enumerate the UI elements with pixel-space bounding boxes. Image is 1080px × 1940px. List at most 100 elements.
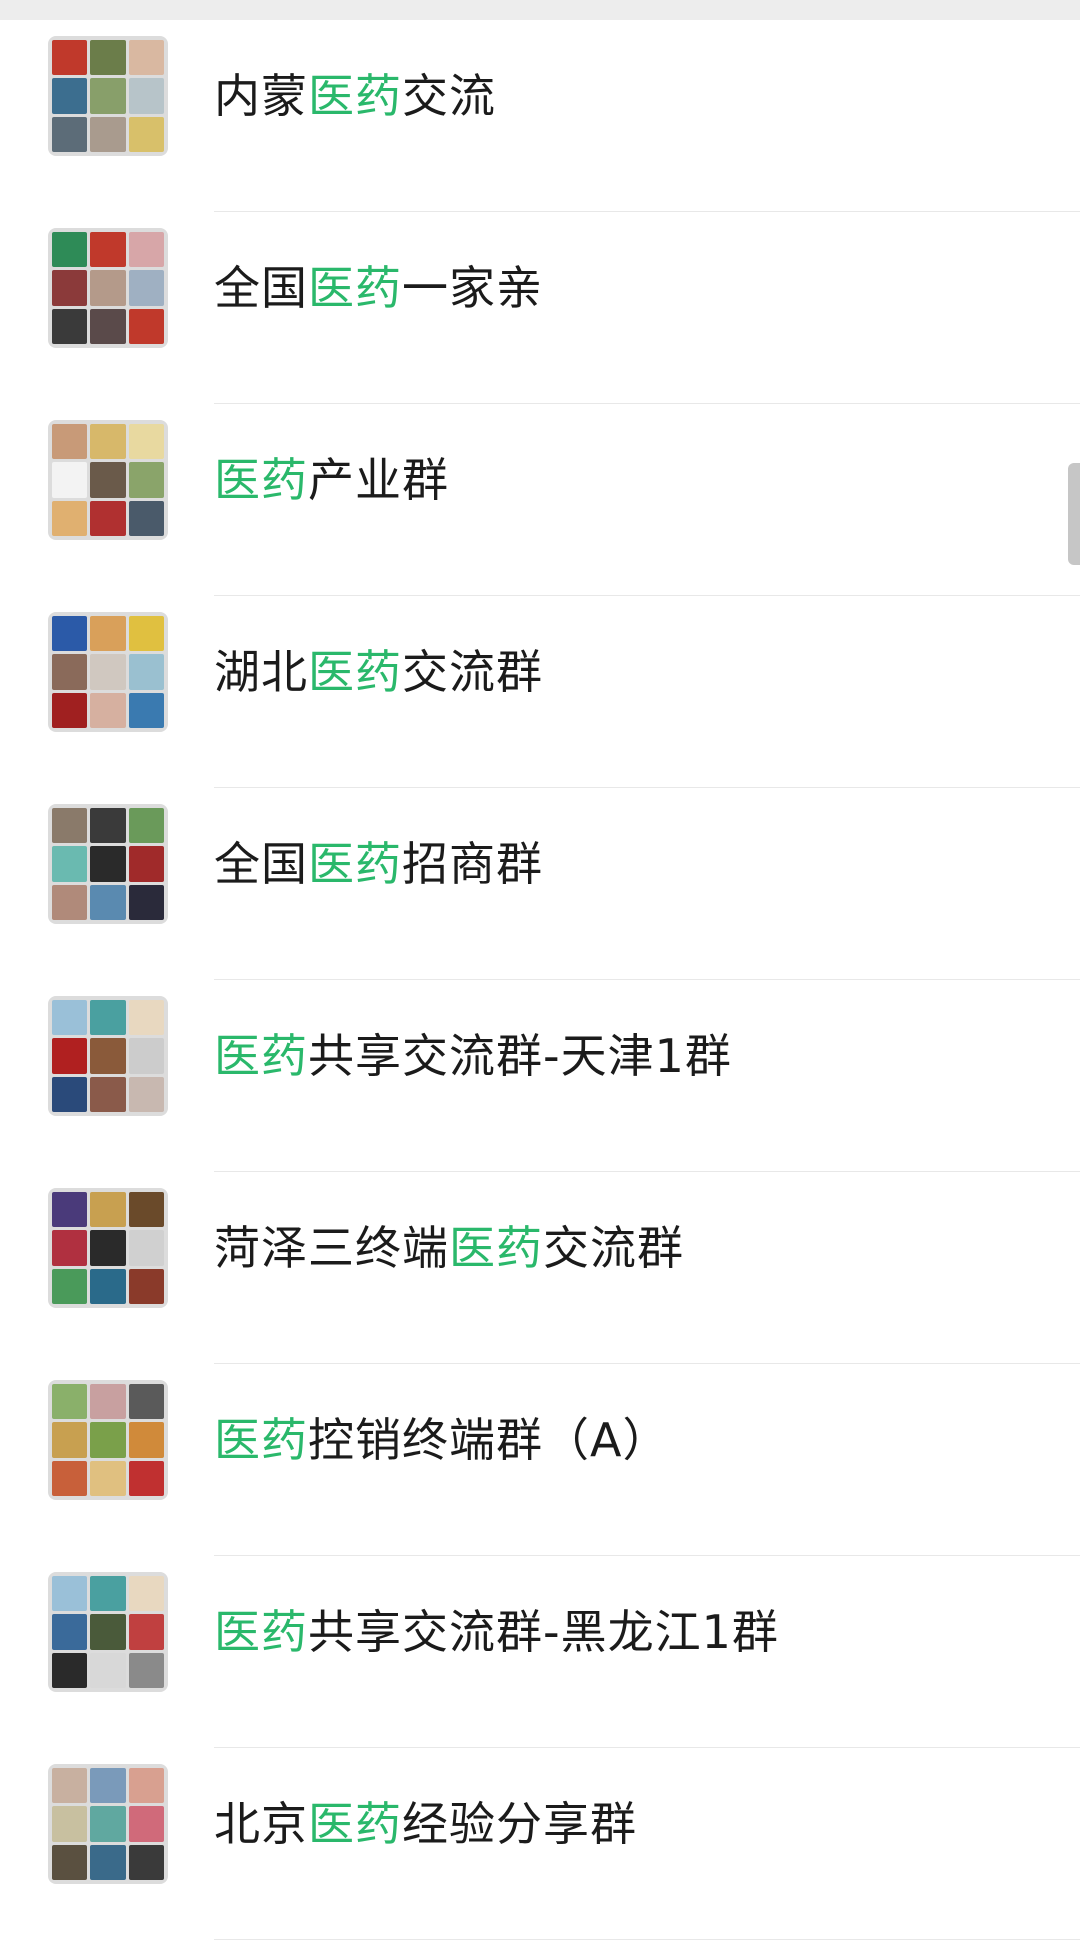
- member-avatar-tile: [128, 884, 164, 920]
- group-name-prefix: 内蒙: [214, 69, 308, 123]
- group-chat-row[interactable]: 医药控销终端群（A）: [0, 1364, 1080, 1556]
- member-avatar-tile: [90, 116, 126, 152]
- group-chat-row[interactable]: 全国医药招商群: [0, 788, 1080, 980]
- member-avatar-tile: [128, 1268, 164, 1304]
- member-avatar-tile: [52, 1614, 88, 1650]
- group-chat-row[interactable]: 湖北医药交流群: [0, 596, 1080, 788]
- member-avatar-tile: [52, 78, 88, 114]
- member-avatar-tile: [128, 654, 164, 690]
- search-match-highlight: 医药: [214, 1413, 308, 1467]
- group-name-suffix: 经验分享群: [402, 1797, 637, 1851]
- group-chat-row[interactable]: 医药共享交流群-黑龙江1群: [0, 1556, 1080, 1748]
- member-avatar-tile: [128, 1460, 164, 1496]
- group-name-suffix: 交流群: [402, 645, 543, 699]
- group-name: 医药共享交流群-黑龙江1群: [214, 1600, 779, 1664]
- member-avatar-tile: [90, 1460, 126, 1496]
- member-avatar-tile: [128, 40, 164, 76]
- group-name-suffix: 共享交流群-天津1群: [308, 1029, 732, 1083]
- search-match-highlight: 医药: [214, 1029, 308, 1083]
- member-avatar-tile: [52, 1768, 88, 1804]
- member-avatar-tile: [90, 1806, 126, 1842]
- member-avatar-tile: [90, 1614, 126, 1650]
- member-avatar-tile: [52, 1000, 88, 1036]
- group-name: 全国医药招商群: [214, 832, 543, 896]
- group-avatar: [48, 996, 168, 1116]
- member-avatar-tile: [90, 884, 126, 920]
- member-avatar-tile: [90, 1000, 126, 1036]
- member-avatar-tile: [128, 78, 164, 114]
- group-avatar: [48, 36, 168, 156]
- member-avatar-tile: [90, 1652, 126, 1688]
- group-avatar: [48, 1188, 168, 1308]
- member-avatar-tile: [90, 1192, 126, 1228]
- member-avatar-tile: [128, 1614, 164, 1650]
- member-avatar-tile: [128, 1076, 164, 1112]
- search-match-highlight: 医药: [449, 1221, 543, 1275]
- member-avatar-tile: [52, 1806, 88, 1842]
- member-avatar-tile: [90, 424, 126, 460]
- member-avatar-tile: [90, 500, 126, 536]
- member-avatar-tile: [90, 1576, 126, 1612]
- member-avatar-tile: [52, 1230, 88, 1266]
- member-avatar-tile: [128, 846, 164, 882]
- group-chat-row[interactable]: 菏泽三终端医药交流群: [0, 1172, 1080, 1364]
- group-name-prefix: 北京: [214, 1797, 308, 1851]
- group-name: 内蒙医药交流: [214, 64, 496, 128]
- member-avatar-tile: [90, 1268, 126, 1304]
- member-avatar-tile: [52, 116, 88, 152]
- group-name: 北京医药经验分享群: [214, 1792, 637, 1856]
- group-name-prefix: 菏泽三终端: [214, 1221, 449, 1275]
- member-avatar-tile: [52, 692, 88, 728]
- member-avatar-tile: [90, 654, 126, 690]
- member-avatar-tile: [128, 1038, 164, 1074]
- group-chat-row[interactable]: 全国医药一家亲: [0, 212, 1080, 404]
- search-match-highlight: 医药: [214, 1605, 308, 1659]
- member-avatar-tile: [90, 270, 126, 306]
- scrollbar[interactable]: [1068, 463, 1080, 565]
- member-avatar-tile: [90, 616, 126, 652]
- group-name: 湖北医药交流群: [214, 640, 543, 704]
- search-match-highlight: 医药: [308, 261, 402, 315]
- member-avatar-tile: [52, 1652, 88, 1688]
- member-avatar-tile: [128, 808, 164, 844]
- group-name-suffix: 控销终端群（A）: [308, 1413, 670, 1467]
- member-avatar-tile: [52, 1576, 88, 1612]
- member-avatar-tile: [128, 232, 164, 268]
- group-chat-row[interactable]: 医药产业群: [0, 404, 1080, 596]
- member-avatar-tile: [128, 1768, 164, 1804]
- member-avatar-tile: [128, 308, 164, 344]
- group-search-results-list: 内蒙医药交流 全国医药一家亲 医药产业群 湖北医药交流群 全国医药招商群 医药共享交流群-…: [0, 20, 1080, 1940]
- member-avatar-tile: [128, 1576, 164, 1612]
- member-avatar-tile: [52, 462, 88, 498]
- member-avatar-tile: [128, 1000, 164, 1036]
- member-avatar-tile: [90, 1076, 126, 1112]
- group-name-suffix: 共享交流群-黑龙江1群: [308, 1605, 779, 1659]
- search-match-highlight: 医药: [214, 453, 308, 507]
- member-avatar-tile: [128, 1384, 164, 1420]
- top-status-strip: [0, 0, 1080, 20]
- member-avatar-tile: [90, 308, 126, 344]
- member-avatar-tile: [128, 270, 164, 306]
- group-name-prefix: 湖北: [214, 645, 308, 699]
- group-chat-row[interactable]: 内蒙医药交流: [0, 20, 1080, 212]
- member-avatar-tile: [52, 232, 88, 268]
- member-avatar-tile: [90, 1038, 126, 1074]
- group-name: 医药产业群: [214, 448, 449, 512]
- member-avatar-tile: [52, 40, 88, 76]
- group-avatar: [48, 420, 168, 540]
- member-avatar-tile: [52, 1460, 88, 1496]
- member-avatar-tile: [90, 232, 126, 268]
- member-avatar-tile: [52, 424, 88, 460]
- member-avatar-tile: [90, 40, 126, 76]
- member-avatar-tile: [52, 500, 88, 536]
- group-chat-row[interactable]: 医药共享交流群-天津1群: [0, 980, 1080, 1172]
- group-name: 医药共享交流群-天津1群: [214, 1024, 732, 1088]
- member-avatar-tile: [52, 1076, 88, 1112]
- member-avatar-tile: [128, 1652, 164, 1688]
- group-name-suffix: 一家亲: [402, 261, 543, 315]
- member-avatar-tile: [52, 884, 88, 920]
- group-chat-row[interactable]: 北京医药经验分享群: [0, 1748, 1080, 1940]
- group-avatar: [48, 804, 168, 924]
- member-avatar-tile: [52, 270, 88, 306]
- member-avatar-tile: [90, 808, 126, 844]
